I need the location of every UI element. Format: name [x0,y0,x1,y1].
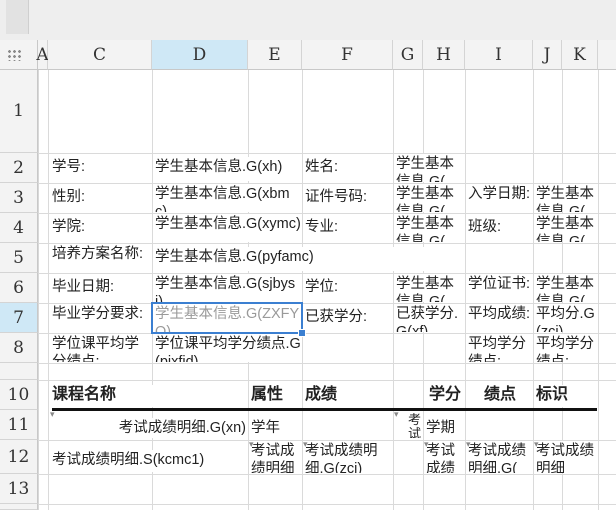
cell-i7[interactable]: 平均成绩: [466,304,532,332]
column-header-g[interactable]: G [393,40,423,70]
cell-e11[interactable]: 学年 [249,418,301,438]
cell-marker-icon: ▾ [50,409,55,419]
cell-j6[interactable]: 学生基本信息.G( [534,274,597,302]
cell-c2[interactable]: 学号: [50,157,150,181]
cell-i12[interactable]: 考试成绩明细.G( [466,441,532,473]
cell-marker-icon: ▾ [466,439,471,449]
cell-f3[interactable]: 证件号码: [303,187,392,211]
column-header-f[interactable]: F [302,40,393,70]
cell-f4[interactable]: 专业: [303,217,392,241]
row-header-10[interactable]: 10 [0,380,38,410]
row-header-12[interactable]: 12 [0,440,38,474]
cell-h10[interactable]: 学分 [424,385,464,407]
cell-g4[interactable]: 学生基本信息.G( [394,214,464,242]
column-header-h[interactable]: H [423,40,465,70]
cell-e10[interactable]: 属性 [249,385,301,407]
column-header-next[interactable] [598,40,616,70]
row-header-1[interactable]: 1 [0,70,38,153]
select-all-corner[interactable] [0,40,38,70]
toolbar-area [0,0,616,41]
cell-marker-icon: ▾ [534,439,539,449]
row-header-5[interactable]: 5 [0,243,38,273]
column-header-e[interactable]: E [248,40,302,70]
cell-j10[interactable]: 标识 [534,385,597,407]
row-header-9-hidden[interactable] [0,363,38,380]
cell-g6[interactable]: 学生基本信息.G( [394,274,464,302]
cell-g2[interactable]: 学生基本信息.G( [394,154,464,182]
cell-c8[interactable]: 学位课平均学分绩点: [50,334,150,362]
row-header-3[interactable]: 3 [0,183,38,213]
cell-e12[interactable]: 考试成绩明细 [249,441,301,473]
header-underline [52,408,597,411]
cell-d5[interactable]: 学生基本信息.G(pyfamc) [153,247,453,271]
row-header-11[interactable]: 11 [0,410,38,440]
cell-c4[interactable]: 学院: [50,217,150,241]
cell-h11[interactable]: 学期 [424,418,464,438]
cell-c5[interactable]: 培养方案名称: [50,244,150,272]
row-header-8[interactable]: 8 [0,333,38,363]
column-header-i[interactable]: I [465,40,533,70]
column-header-j[interactable]: J [533,40,562,70]
cell-f7[interactable]: 已获学分: [303,307,392,331]
cell-d3[interactable]: 学生基本信息.G(xbmc) [153,184,301,212]
row-header-4[interactable]: 4 [0,213,38,243]
sheet-tab-notch[interactable] [6,0,29,34]
cell-marker-icon: ▾ [424,439,429,449]
cell-d4[interactable]: 学生基本信息.G(xymc) [153,214,301,242]
cell-c7[interactable]: 毕业学分要求: [50,304,150,332]
cell-f2[interactable]: 姓名: [303,157,392,181]
cell-c12[interactable]: 考试成绩明细.S(kcmc1) [50,450,246,472]
cell-i10[interactable]: 绩点 [466,385,532,407]
cell-c10[interactable]: 课程名称 [50,385,246,407]
row-header-13[interactable]: 13 [0,474,38,504]
cell-marker-icon: ▾ [394,409,399,419]
cell-f12[interactable]: 考试成绩明细.G(zcj) [303,441,392,473]
cell-j7[interactable]: 平均分.G(zcj) [534,304,597,332]
column-header-d[interactable]: D [152,40,248,70]
cell-d2[interactable]: 学生基本信息.G(xh) [153,157,301,181]
column-header-k[interactable]: K [562,40,598,70]
column-header-c[interactable]: C [48,40,152,70]
cell-j4[interactable]: 学生基本信息.G( [534,214,597,242]
cell-g3[interactable]: 学生基本信息.G( [394,184,464,212]
cell-f10[interactable]: 成绩 [303,385,392,407]
row-header-6[interactable]: 6 [0,273,38,303]
cell-j3[interactable]: 学生基本信息.G( [534,184,597,212]
cell-i3[interactable]: 入学日期: [466,184,532,212]
cell-i4[interactable]: 班级: [466,217,532,241]
grid-icon [7,49,21,61]
cell-h12[interactable]: 考试成绩 [424,441,464,473]
cell-d8[interactable]: 学位课平均学分绩点.G(pjxfjd) [153,334,301,362]
cell-g11[interactable]: 考试 [406,412,422,438]
cell-marker-icon: ▾ [303,439,308,449]
fill-handle[interactable] [298,329,306,337]
cell-c3[interactable]: 性别: [50,187,150,211]
cell-d6[interactable]: 学生基本信息.G(sjbysj) [153,274,301,302]
cell-j12[interactable]: 考试成绩明细 [534,441,597,473]
row-header-7[interactable]: 7 [0,303,38,333]
cell-c11[interactable]: 考试成绩明细.G(xn) [50,418,246,438]
cell-f6[interactable]: 学位: [303,277,392,301]
cell-i6[interactable]: 学位证书: [466,274,532,302]
row-header-2[interactable]: 2 [0,153,38,183]
column-header-a[interactable]: A [36,40,49,70]
cell-j8[interactable]: 平均学分绩点: [534,334,597,362]
cell-d7[interactable]: 学生基本信息.G(ZXFYQ) [153,304,300,332]
cell-i8[interactable]: 平均学分绩点: [466,334,532,362]
row-header-14[interactable] [0,504,38,510]
cell-c6[interactable]: 毕业日期: [50,277,150,301]
cell-g7[interactable]: 已获学分.G(xf) [394,304,464,332]
cell-marker-icon: ▾ [249,439,254,449]
